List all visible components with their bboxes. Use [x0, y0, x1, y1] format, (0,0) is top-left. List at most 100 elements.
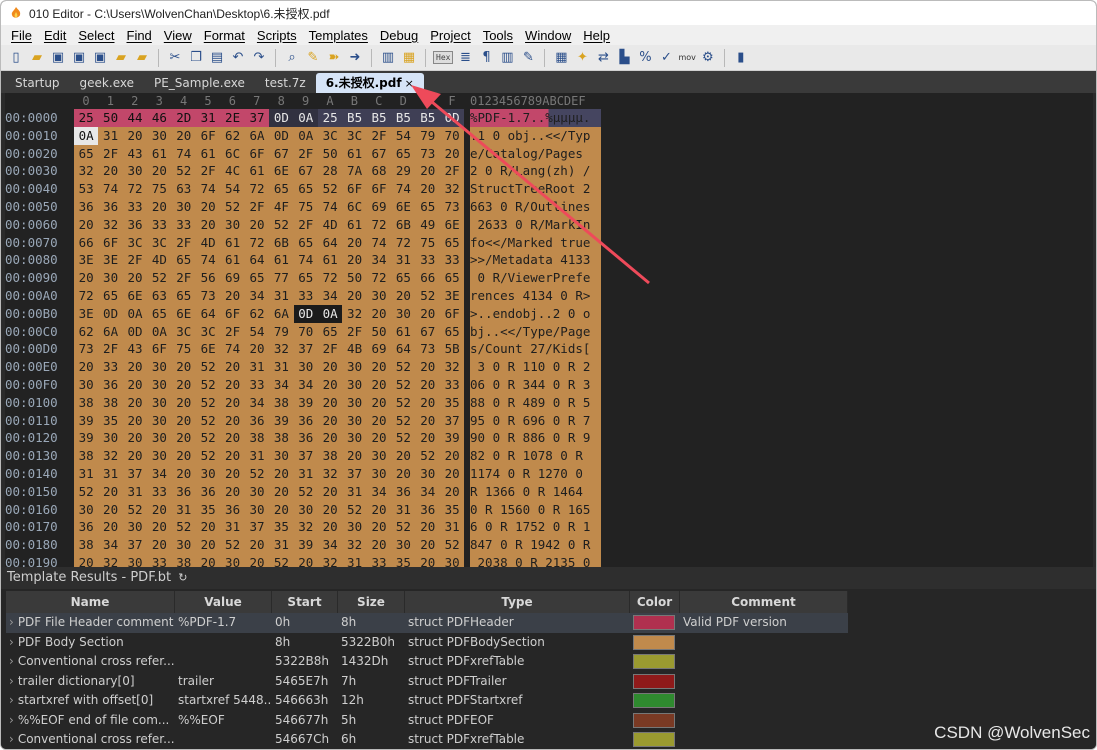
color-swatch[interactable] [633, 712, 675, 728]
column-header-value[interactable]: Value [175, 591, 272, 613]
hex-byte[interactable]: 30 [391, 304, 416, 323]
hex-byte[interactable]: 38 [98, 393, 123, 412]
hex-byte[interactable]: 69 [220, 269, 245, 287]
hex-byte[interactable]: 30 [342, 518, 367, 537]
hex-byte[interactable]: 30 [171, 536, 196, 554]
hex-byte[interactable]: 37 [440, 411, 465, 430]
hex-byte[interactable]: 65 [440, 322, 465, 341]
hex-byte[interactable]: 65 [293, 269, 318, 287]
hex-byte[interactable]: 65 [147, 304, 172, 323]
hex-byte[interactable]: 20 [391, 287, 416, 305]
hex-byte[interactable]: 20 [366, 376, 392, 394]
hex-byte[interactable]: 32 [74, 162, 99, 181]
hex-byte[interactable]: 6E [171, 304, 196, 323]
hex-byte[interactable]: 20 [171, 447, 196, 465]
inspector-icon[interactable]: ✦ [573, 49, 591, 67]
hex-byte[interactable]: 61 [147, 144, 172, 163]
hex-byte[interactable]: 30 [74, 500, 99, 519]
hex-byte[interactable]: 65 [440, 233, 465, 252]
hex-byte[interactable]: 0D [98, 304, 123, 323]
hex-byte[interactable]: 30 [171, 198, 196, 216]
hex-byte[interactable]: 31 [122, 482, 148, 501]
hex-byte[interactable]: 4D [196, 233, 221, 252]
hex-byte[interactable]: 20 [244, 215, 270, 234]
hex-byte[interactable]: 4D [147, 251, 172, 270]
hex-byte[interactable]: 52 [171, 518, 196, 537]
percent-icon[interactable]: % [636, 49, 654, 67]
hex-byte[interactable]: 73 [196, 287, 221, 305]
hex-byte[interactable]: 2F [293, 215, 318, 234]
hex-byte[interactable]: 31 [244, 447, 270, 465]
hex-byte[interactable]: 20 [366, 411, 392, 430]
hex-byte[interactable]: B5 [342, 109, 367, 127]
hex-byte[interactable]: 52 [122, 500, 148, 519]
hex-byte[interactable]: 20 [147, 536, 172, 554]
hex-byte[interactable]: 0D [440, 109, 465, 127]
hex-byte[interactable]: 3C [122, 233, 148, 252]
hex-byte[interactable]: 35 [391, 554, 416, 567]
hex-byte[interactable]: 36 [293, 429, 318, 448]
hex-byte[interactable]: 30 [293, 358, 318, 376]
find-in-files-icon[interactable]: ➽ [325, 49, 343, 67]
convert-icon[interactable]: ⇄ [594, 49, 612, 67]
save-as-icon[interactable]: ▣ [70, 49, 88, 67]
hex-byte[interactable]: 31 [98, 126, 123, 145]
hex-byte[interactable]: 30 [122, 162, 148, 181]
hex-byte[interactable]: 20 [318, 376, 343, 394]
hex-byte[interactable]: 30 [147, 376, 172, 394]
hex-byte[interactable]: 38 [171, 554, 196, 567]
hex-byte[interactable]: 20 [220, 447, 245, 465]
hex-byte[interactable]: 52 [196, 376, 221, 394]
hex-byte[interactable]: 36 [171, 482, 196, 501]
ascii-cell[interactable]: 2038 0 R 2135 0 [470, 554, 601, 567]
hex-byte[interactable]: 65 [293, 233, 318, 252]
menu-format[interactable]: Format [198, 28, 251, 43]
hex-byte[interactable]: 20 [220, 411, 245, 430]
hex-byte[interactable]: 61 [269, 251, 294, 270]
hex-byte[interactable]: 74 [366, 233, 392, 252]
ascii-cell[interactable]: s/Count 27/Kids[ [470, 340, 601, 359]
hex-byte[interactable]: 35 [269, 518, 294, 537]
hex-byte[interactable]: 6E [391, 198, 416, 216]
hex-byte[interactable]: 36 [98, 376, 123, 394]
hex-byte[interactable]: 20 [220, 287, 245, 305]
hex-byte[interactable]: 2F [244, 198, 270, 216]
hex-byte[interactable]: 52 [293, 482, 318, 501]
hex-byte[interactable]: 54 [220, 180, 245, 198]
hex-byte[interactable]: 77 [269, 269, 294, 287]
hex-byte[interactable]: 31 [440, 518, 465, 537]
hex-byte[interactable]: 52 [391, 429, 416, 448]
color-swatch[interactable] [633, 615, 675, 630]
hex-byte[interactable]: 74 [196, 180, 221, 198]
hex-byte[interactable]: 25 [318, 109, 343, 127]
paste-icon[interactable]: ▤ [208, 49, 226, 67]
ascii-cell[interactable]: 95 0 R 696 0 R 7 [470, 411, 601, 430]
hex-byte[interactable]: 3C [342, 126, 367, 145]
compare-icon[interactable]: ▥ [379, 49, 397, 67]
hex-byte[interactable]: 2F [220, 322, 245, 341]
hex-byte[interactable]: 52 [391, 376, 416, 394]
menu-file[interactable]: File [5, 28, 38, 43]
hex-editor-view[interactable]: 0123456789ABCDEF 0123456789ABCDEF 00:000… [5, 93, 1093, 567]
hex-byte[interactable]: 33 [147, 482, 172, 501]
hex-byte[interactable]: 34 [244, 393, 270, 412]
hex-byte[interactable]: 6F [366, 180, 392, 198]
hex-byte[interactable]: 39 [269, 411, 294, 430]
hex-byte[interactable]: 31 [391, 251, 416, 270]
hex-byte[interactable]: 6B [391, 215, 416, 234]
hex-byte[interactable]: 49 [415, 215, 440, 234]
hex-byte[interactable]: 30 [342, 429, 367, 448]
replace-icon[interactable]: ✎ [304, 49, 322, 67]
hex-byte[interactable]: 20 [122, 447, 148, 465]
hex-byte[interactable]: 4F [269, 198, 294, 216]
hex-byte[interactable]: 52 [196, 429, 221, 448]
hex-byte[interactable]: 52 [147, 269, 172, 287]
hex-byte[interactable]: 30 [342, 393, 367, 412]
hex-byte[interactable]: 31 [171, 500, 196, 519]
hex-byte[interactable]: 20 [391, 447, 416, 465]
menu-tools[interactable]: Tools [477, 28, 519, 43]
hex-byte[interactable]: 30 [122, 554, 148, 567]
hex-byte[interactable]: 34 [366, 251, 392, 270]
hex-byte[interactable]: 39 [293, 536, 318, 554]
hex-byte[interactable]: 20 [440, 447, 465, 465]
